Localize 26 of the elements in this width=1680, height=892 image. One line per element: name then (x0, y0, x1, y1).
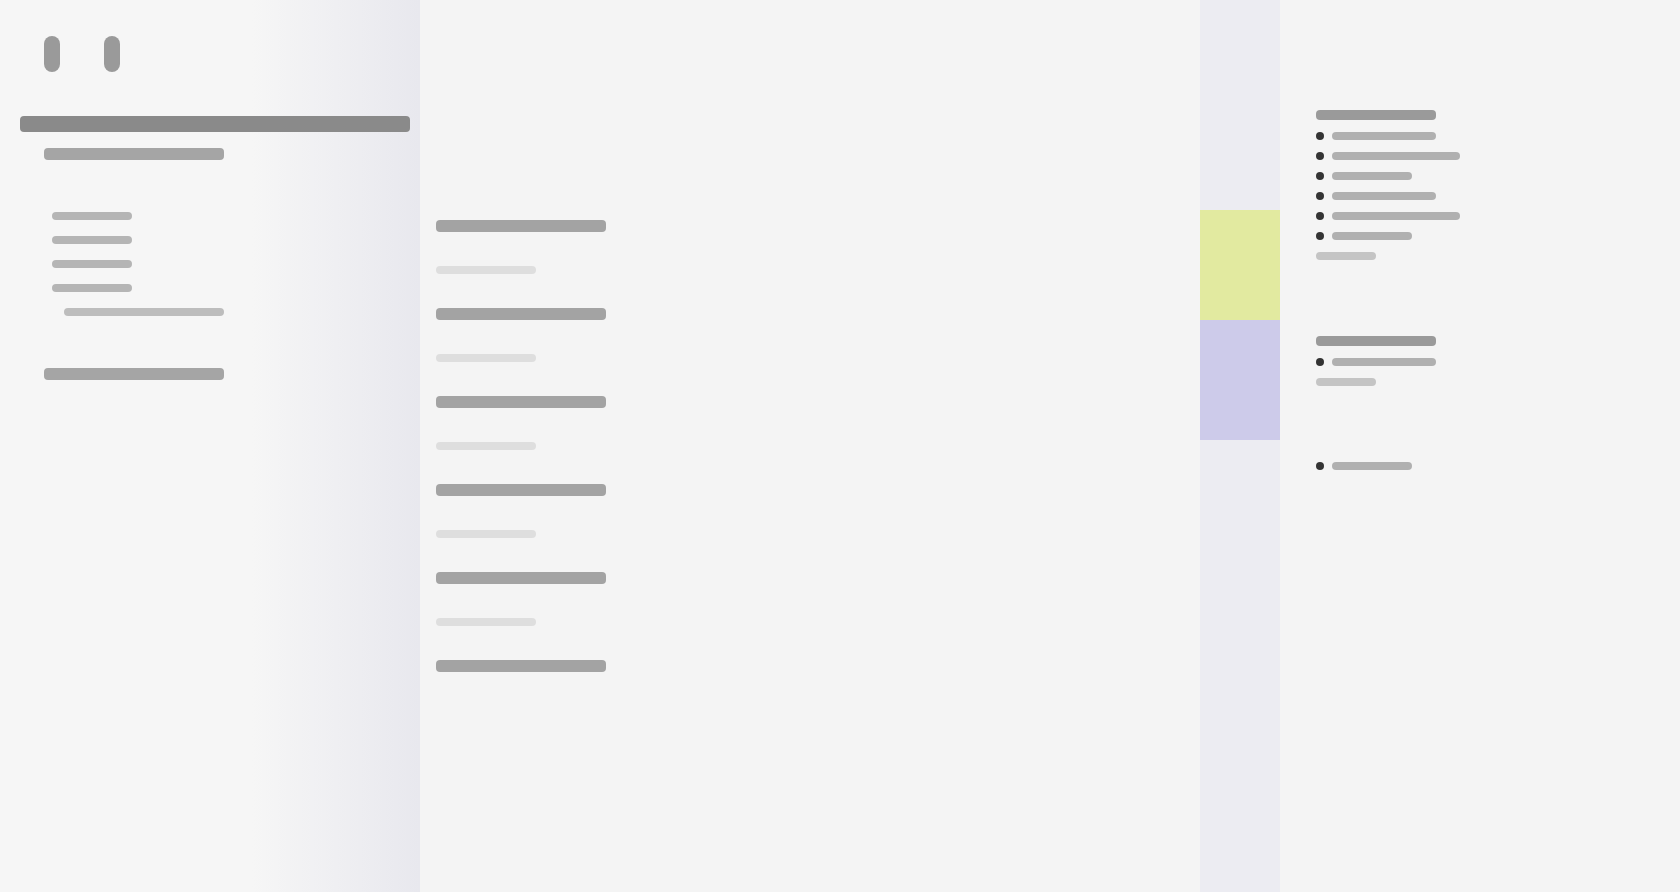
bullet-icon (1316, 462, 1324, 470)
blurred-line-drawing (52, 236, 132, 244)
bullet-icon (1316, 152, 1324, 160)
blurred-line-drawing (1332, 212, 1460, 220)
bullet-icon (1316, 192, 1324, 200)
blurred-line-drawing (1332, 172, 1412, 180)
blurred-line-drawing (1316, 252, 1376, 260)
bullet-icon (1316, 172, 1324, 180)
blurred-line-drawing (1316, 378, 1376, 386)
toolbar-icon[interactable] (104, 36, 120, 72)
blurred-line-drawing (52, 212, 132, 220)
blurred-line-drawing (1332, 358, 1436, 366)
blurred-line-drawing (52, 284, 132, 292)
blurred-line-drawing (1316, 110, 1436, 120)
bullet-icon (1316, 212, 1324, 220)
bullet-icon (1316, 132, 1324, 140)
blurred-line-drawing (1316, 336, 1436, 346)
blurred-line-drawing (1332, 152, 1460, 160)
blurred-line-drawing (52, 260, 132, 268)
blurred-line-drawing (1332, 192, 1436, 200)
blurred-line-drawing (1332, 132, 1436, 140)
blurred-line-drawing (1332, 462, 1412, 470)
bullet-icon (1316, 232, 1324, 240)
toolbar-icon[interactable] (44, 36, 60, 72)
bullet-icon (1316, 358, 1324, 366)
blurred-line-drawing (1332, 232, 1412, 240)
